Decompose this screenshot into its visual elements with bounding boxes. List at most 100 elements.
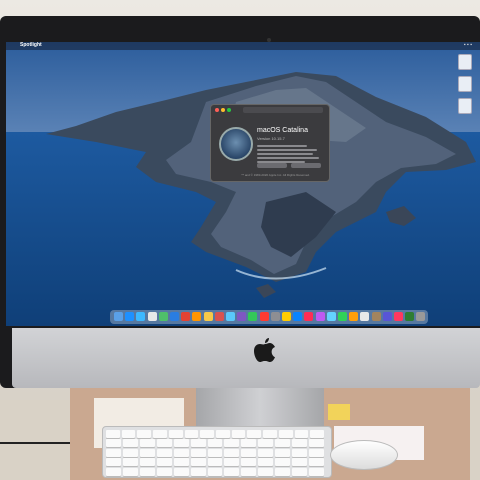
keyboard-key[interactable] [292, 439, 308, 448]
keyboard-key[interactable] [168, 430, 183, 438]
dock-app-icon[interactable] [338, 312, 347, 321]
dock-app-icon[interactable] [181, 312, 191, 321]
keyboard-key[interactable] [294, 430, 309, 438]
keyboard-key[interactable] [190, 467, 206, 476]
dock-app-icon[interactable] [405, 312, 415, 321]
dock-app-icon[interactable] [259, 312, 269, 321]
keyboard-key[interactable] [309, 458, 324, 467]
keyboard-key[interactable] [241, 439, 257, 448]
keyboard-key[interactable] [292, 448, 308, 457]
keyboard[interactable] [102, 426, 332, 478]
keyboard-key[interactable] [309, 439, 324, 448]
keyboard-key[interactable] [241, 458, 257, 467]
keyboard-key[interactable] [258, 467, 274, 476]
dock-app-icon[interactable] [270, 312, 280, 321]
dock-app-icon[interactable] [394, 312, 403, 321]
desktop-file-icon-2[interactable] [458, 98, 472, 114]
magic-mouse[interactable] [330, 440, 398, 470]
system-report-button[interactable] [257, 163, 287, 168]
keyboard-key[interactable] [310, 430, 324, 438]
dock-app-icon[interactable] [360, 312, 370, 321]
keyboard-key[interactable] [207, 439, 223, 448]
dock-app-icon[interactable] [326, 312, 336, 321]
keyboard-key[interactable] [122, 439, 138, 448]
keyboard-key[interactable] [173, 458, 189, 467]
keyboard-key[interactable] [173, 448, 189, 457]
keyboard-key[interactable] [258, 458, 274, 467]
dock-app-icon[interactable] [304, 312, 314, 321]
desktop-file-icon[interactable] [458, 76, 472, 92]
keyboard-key[interactable] [241, 448, 257, 457]
dock-app-icon[interactable] [125, 312, 135, 321]
dock-app-icon[interactable] [293, 312, 303, 321]
keyboard-key[interactable] [106, 467, 121, 476]
software-update-button[interactable] [291, 163, 321, 168]
menubar-app-name[interactable]: Spotlight [20, 42, 42, 48]
keyboard-key[interactable] [106, 439, 121, 448]
keyboard-key[interactable] [121, 430, 136, 438]
keyboard-key[interactable] [156, 458, 172, 467]
keyboard-key[interactable] [309, 467, 324, 476]
keyboard-key[interactable] [139, 439, 155, 448]
keyboard-key[interactable] [207, 467, 223, 476]
keyboard-key[interactable] [173, 467, 189, 476]
dock-app-icon[interactable] [237, 312, 247, 321]
keyboard-key[interactable] [275, 448, 291, 457]
keyboard-key[interactable] [275, 458, 291, 467]
keyboard-key[interactable] [224, 439, 240, 448]
keyboard-key[interactable] [106, 458, 121, 467]
keyboard-key[interactable] [106, 430, 120, 438]
keyboard-key[interactable] [275, 467, 291, 476]
keyboard-key[interactable] [139, 467, 155, 476]
keyboard-key[interactable] [309, 448, 324, 457]
dock-app-icon[interactable] [114, 312, 123, 321]
keyboard-key[interactable] [122, 458, 138, 467]
keyboard-key[interactable] [258, 448, 274, 457]
dock-app-icon[interactable] [147, 312, 157, 321]
keyboard-key[interactable] [258, 439, 274, 448]
keyboard-key[interactable] [292, 458, 308, 467]
keyboard-key[interactable] [207, 448, 223, 457]
keyboard-key[interactable] [278, 430, 293, 438]
about-tab-bar[interactable] [243, 107, 323, 113]
keyboard-key[interactable] [241, 467, 257, 476]
keyboard-key[interactable] [224, 448, 240, 457]
keyboard-key[interactable] [184, 430, 199, 438]
keyboard-key[interactable] [190, 439, 206, 448]
keyboard-key[interactable] [275, 439, 291, 448]
keyboard-key[interactable] [137, 430, 152, 438]
keyboard-key[interactable] [139, 458, 155, 467]
keyboard-key[interactable] [156, 448, 172, 457]
keyboard-key[interactable] [139, 448, 155, 457]
keyboard-key[interactable] [200, 430, 214, 438]
dock-app-icon[interactable] [382, 312, 392, 321]
keyboard-key[interactable] [156, 467, 172, 476]
dock-app-icon[interactable] [136, 312, 146, 321]
keyboard-key[interactable] [190, 448, 206, 457]
keyboard-key[interactable] [106, 448, 121, 457]
dock-app-icon[interactable] [248, 312, 258, 321]
minimize-icon[interactable] [221, 108, 225, 112]
close-icon[interactable] [215, 108, 219, 112]
dock-app-icon[interactable] [416, 312, 426, 321]
keyboard-key[interactable] [122, 467, 138, 476]
keyboard-key[interactable] [207, 458, 223, 467]
desktop-drive-icon[interactable] [458, 54, 472, 70]
dock-app-icon[interactable] [203, 312, 213, 321]
dock-app-icon[interactable] [349, 312, 359, 321]
keyboard-key[interactable] [224, 458, 240, 467]
zoom-icon[interactable] [227, 108, 231, 112]
dock-app-icon[interactable] [282, 312, 291, 321]
keyboard-key[interactable] [173, 439, 189, 448]
keyboard-key[interactable] [156, 439, 172, 448]
dock-app-icon[interactable] [158, 312, 168, 321]
keyboard-key[interactable] [224, 467, 240, 476]
dock-app-icon[interactable] [226, 312, 235, 321]
dock-app-icon[interactable] [192, 312, 202, 321]
keyboard-key[interactable] [292, 467, 308, 476]
keyboard-key[interactable] [216, 430, 230, 438]
dock-app-icon[interactable] [371, 312, 381, 321]
keyboard-key[interactable] [122, 448, 138, 457]
keyboard-key[interactable] [231, 430, 246, 438]
keyboard-key[interactable] [263, 430, 277, 438]
